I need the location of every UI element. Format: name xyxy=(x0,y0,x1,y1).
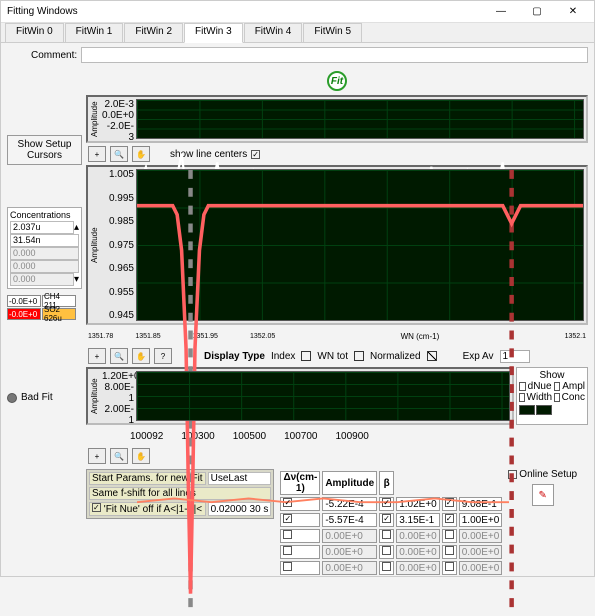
help-icon[interactable]: ? xyxy=(154,348,172,364)
show-line-centers-checkbox[interactable] xyxy=(251,150,260,159)
fit-logo-icon: Fit xyxy=(327,71,347,91)
cursor-tool-3-icon[interactable]: + xyxy=(88,448,106,464)
tab-fitwin0[interactable]: FitWin 0 xyxy=(5,23,64,42)
status-3: SO2 626u xyxy=(42,308,76,320)
scroll-down-icon[interactable]: ▾ xyxy=(74,274,79,285)
show-panel: Show dNue Ampl Width Conc xyxy=(516,367,588,425)
show-title: Show xyxy=(519,370,585,381)
fitnue-val[interactable]: 0.02000 xyxy=(211,504,247,515)
legend-swatch-2 xyxy=(536,405,552,415)
bad-fit-led xyxy=(7,393,17,403)
fitnue-checkbox[interactable] xyxy=(92,503,101,512)
residuals-plot[interactable]: Amplitude 2.0E-3 0.0E+0 -2.0E-3 xyxy=(86,95,588,143)
conc-0[interactable]: 2.037u xyxy=(10,221,74,234)
exp-av-input[interactable] xyxy=(500,350,530,363)
normalized-toggle[interactable] xyxy=(427,351,437,361)
tab-bar: FitWin 0 FitWin 1 FitWin 2 FitWin 3 FitW… xyxy=(1,23,594,43)
minimize-button[interactable]: — xyxy=(486,6,516,17)
conc-4: 0.000 xyxy=(10,273,74,286)
bad-fit-label: Bad Fit xyxy=(21,392,53,403)
pan-tool-icon[interactable]: ✋ xyxy=(132,146,150,162)
show-ampl-checkbox[interactable] xyxy=(554,382,561,391)
legend-swatch-1 xyxy=(519,405,535,415)
maximize-button[interactable]: ▢ xyxy=(522,6,552,17)
conc-3: 0.000 xyxy=(10,260,79,273)
scroll-up-icon[interactable]: ▴ xyxy=(74,222,79,233)
plot2-xlabel: WN (cm-1) xyxy=(401,332,440,341)
status-0: -0.0E+0 xyxy=(7,295,41,307)
plot1-ylabel: Amplitude xyxy=(90,99,100,139)
display-type-label: Display Type xyxy=(204,351,265,362)
pan-tool-3-icon[interactable]: ✋ xyxy=(132,448,150,464)
uselast-cell[interactable]: UseLast xyxy=(208,472,272,485)
wntot-toggle[interactable] xyxy=(354,351,364,361)
row0-dv-ck[interactable] xyxy=(283,498,292,507)
cursor-tool-icon[interactable]: + xyxy=(88,146,106,162)
titlebar: Fitting Windows — ▢ ✕ xyxy=(1,1,594,23)
pan-tool-2-icon[interactable]: ✋ xyxy=(132,348,150,364)
show-width-checkbox[interactable] xyxy=(519,393,525,402)
window-title: Fitting Windows xyxy=(7,6,78,17)
numeric-table: Δν(cm-1)Amplitudeβ -5.22E-41.02E+09.08E-… xyxy=(278,469,504,577)
exp-av-label: Exp Av xyxy=(463,351,494,362)
concentrations-header: Concentrations xyxy=(10,210,79,220)
absorption-plot[interactable]: Amplitude 1.005 0.995 0.985 0.975 0.965 … xyxy=(86,165,588,325)
scan-plot[interactable]: Amplitude 1.20E+0 8.00E-1 2.00E-1 xyxy=(86,367,514,425)
conc-2: 0.000 xyxy=(10,247,79,260)
concentrations-panel: Concentrations 2.037u▴ 31.54n 0.000 0.00… xyxy=(7,207,82,289)
param-table: Start Params. for new FitUseLast Same f-… xyxy=(86,469,274,519)
zoom-tool-2-icon[interactable]: 🔍 xyxy=(110,348,128,364)
cursor-tool-2-icon[interactable]: + xyxy=(88,348,106,364)
show-conc-checkbox[interactable] xyxy=(554,393,560,402)
show-dnue-checkbox[interactable] xyxy=(519,382,526,391)
comment-label: Comment: xyxy=(31,50,77,61)
plot2-ylabel: Amplitude xyxy=(90,169,100,321)
tab-fitwin2[interactable]: FitWin 2 xyxy=(124,23,183,42)
tab-fitwin1[interactable]: FitWin 1 xyxy=(65,23,124,42)
tab-fitwin4[interactable]: FitWin 4 xyxy=(244,23,303,42)
index-toggle[interactable] xyxy=(301,351,311,361)
show-line-centers-label: show line centers xyxy=(170,149,247,160)
comment-input[interactable] xyxy=(81,47,588,63)
conc-1[interactable]: 31.54n xyxy=(10,234,79,247)
tab-fitwin3[interactable]: FitWin 3 xyxy=(184,23,243,43)
show-setup-cursors-button[interactable]: Show Setup Cursors xyxy=(7,135,82,165)
tab-fitwin5[interactable]: FitWin 5 xyxy=(303,23,362,42)
close-button[interactable]: ✕ xyxy=(558,6,588,17)
online-setup-checkbox[interactable] xyxy=(508,470,517,479)
setup-pencil-icon[interactable]: ✎ xyxy=(532,484,554,506)
online-setup-label: Online Setup xyxy=(519,469,577,480)
status-grid: -0.0E+0 CH4 211 -0.0E+0 SO2 626u xyxy=(7,295,82,320)
zoom-tool-3-icon[interactable]: 🔍 xyxy=(110,448,128,464)
status-2: -0.0E+0 xyxy=(7,308,41,320)
plot3-ylabel: Amplitude xyxy=(90,371,100,421)
zoom-tool-icon[interactable]: 🔍 xyxy=(110,146,128,162)
